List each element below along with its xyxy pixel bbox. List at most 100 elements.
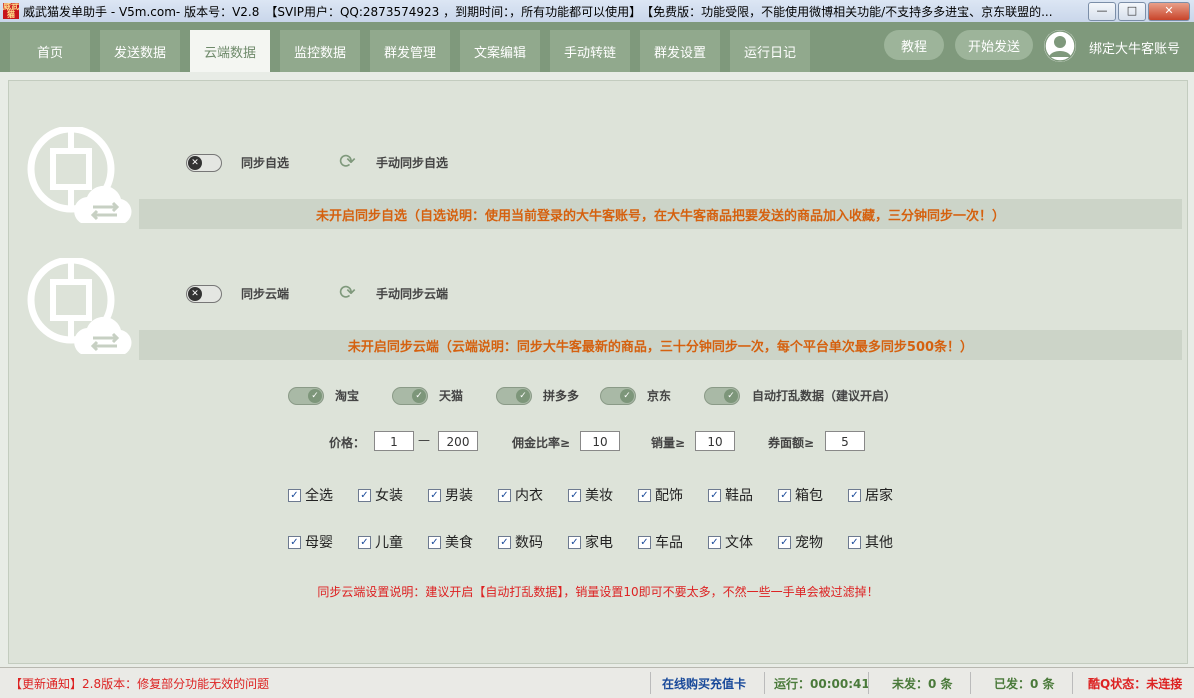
platform-taobao-toggle[interactable]: ✓ [288,387,324,405]
platform-tmall-toggle[interactable]: ✓ [392,387,428,405]
cloud-data-panel: ✕ 同步自选 ⟳ 手动同步自选 未开启同步自选（自选说明：使用当前登录的大牛客账… [8,80,1188,664]
checkbox-checked-icon: ✓ [498,535,511,549]
manual-sync-favorites-button[interactable]: 手动同步自选 [376,154,448,171]
category-checkbox-home[interactable]: ✓ 居家 [848,485,893,505]
running-time: 运行：00:00:41 [774,676,870,691]
minimize-button[interactable]: — [1088,2,1116,21]
price-max-input[interactable]: 200 [438,431,478,451]
kuq-status: 酷Q状态：未连接 [1088,676,1183,691]
checkbox-checked-icon: ✓ [778,488,791,502]
platform-jd-toggle[interactable]: ✓ [600,387,636,405]
tab-cloud-data[interactable]: 云端数据 [190,30,270,72]
window-controls: — □ ✕ [1088,2,1190,21]
sync-cloud-toggle[interactable]: ✕ [186,285,222,303]
sync-cloud-label: 同步云端 [241,287,290,301]
category-checkbox-kids[interactable]: ✓ 儿童 [358,532,403,552]
toggle-off-icon: ✕ [188,156,202,170]
checkbox-checked-icon: ✓ [638,535,651,549]
refresh-icon[interactable]: ⟳ [339,280,356,304]
category-checkbox-appliances[interactable]: ✓ 家电 [568,532,613,552]
unsent-count: 未发：0 条 [892,676,953,691]
refresh-icon[interactable]: ⟳ [339,149,356,173]
app-logo-icon: 威武猫 [3,3,19,19]
tab-run-log[interactable]: 运行日记 [730,30,810,72]
checkbox-checked-icon: ✓ [708,535,721,549]
status-divider [1072,672,1073,694]
category-checkbox-beauty[interactable]: ✓ 美妆 [568,485,613,505]
sync-favorites-toggle[interactable]: ✕ [186,154,222,172]
commission-input[interactable]: 10 [580,431,620,451]
checkbox-checked-icon: ✓ [288,488,301,502]
tutorial-button[interactable]: 教程 [884,30,944,60]
category-checkbox-womens[interactable]: ✓ 女装 [358,485,403,505]
checkbox-checked-icon: ✓ [638,488,651,502]
toggle-off-icon: ✕ [188,287,202,301]
category-checkbox-accessories[interactable]: ✓ 配饰 [638,485,683,505]
window-title: 威武猫发单助手 - V5m.com- 版本号：V2.8 【SVIP用户：QQ:2… [23,4,1053,19]
avatar-icon[interactable] [1044,30,1076,62]
check-icon: ✓ [724,389,738,403]
check-icon: ✓ [308,389,322,403]
commission-label: 佣金比率≥ [512,436,571,450]
tab-copy-edit[interactable]: 文案编辑 [460,30,540,72]
category-checkbox-shoes[interactable]: ✓ 鞋品 [708,485,753,505]
category-checkbox-bags[interactable]: ✓ 箱包 [778,485,823,505]
tab-send-data[interactable]: 发送数据 [100,30,180,72]
sync-favorites-label: 同步自选 [241,156,290,170]
check-icon: ✓ [412,389,426,403]
checkbox-checked-icon: ✓ [358,488,371,502]
update-notice: 【更新通知】2.8版本：修复部分功能无效的问题 [10,676,270,691]
checkbox-checked-icon: ✓ [358,535,371,549]
category-checkbox-sports[interactable]: ✓ 文体 [708,532,753,552]
title-bar: 威武猫 威武猫发单助手 - V5m.com- 版本号：V2.8 【SVIP用户：… [0,0,1194,23]
platform-jd-label: 京东 [647,389,672,403]
start-send-button[interactable]: 开始发送 [955,30,1033,60]
category-checkbox-maternity[interactable]: ✓ 母婴 [288,532,333,552]
checkbox-checked-icon: ✓ [498,488,511,502]
status-divider [650,672,651,694]
nav-bar: 首页 发送数据 云端数据 监控数据 群发管理 文案编辑 手动转链 群发设置 运行… [0,22,1194,72]
tab-group-settings[interactable]: 群发设置 [640,30,720,72]
check-icon: ✓ [620,389,634,403]
tab-manual-link[interactable]: 手动转链 [550,30,630,72]
status-divider [764,672,765,694]
sales-input[interactable]: 10 [695,431,735,451]
maximize-button[interactable]: □ [1118,2,1146,21]
checkbox-checked-icon: ✓ [778,535,791,549]
coupon-label: 券面额≥ [768,436,815,450]
shuffle-data-toggle[interactable]: ✓ [704,387,740,405]
checkbox-checked-icon: ✓ [848,488,861,502]
platform-pdd-label: 拼多多 [543,389,580,403]
category-checkbox-all[interactable]: ✓ 全选 [288,485,333,505]
category-checkbox-other[interactable]: ✓ 其他 [848,532,893,552]
coupon-input[interactable]: 5 [825,431,865,451]
close-button[interactable]: ✕ [1148,2,1190,21]
checkbox-checked-icon: ✓ [848,535,861,549]
category-checkbox-underwear[interactable]: ✓ 内衣 [498,485,543,505]
price-dash: — [418,433,430,447]
sync-favorites-notice: 未开启同步自选（自选说明：使用当前登录的大牛客账号，在大牛客商品把要发送的商品加… [139,199,1182,229]
platform-pdd-toggle[interactable]: ✓ [496,387,532,405]
tab-group-manage[interactable]: 群发管理 [370,30,450,72]
cloud-sync-logo-icon [27,127,132,223]
category-checkbox-digital[interactable]: ✓ 数码 [498,532,543,552]
platform-taobao-label: 淘宝 [335,389,360,403]
buy-card-link[interactable]: 在线购买充值卡 [662,668,746,698]
tab-monitor-data[interactable]: 监控数据 [280,30,360,72]
manual-sync-cloud-button[interactable]: 手动同步云端 [376,285,448,302]
price-min-input[interactable]: 1 [374,431,414,451]
platform-tmall-label: 天猫 [439,389,464,403]
bind-account-link[interactable]: 绑定大牛客账号 [1089,38,1180,57]
checkbox-checked-icon: ✓ [708,488,721,502]
tab-home[interactable]: 首页 [10,30,90,72]
category-checkbox-pets[interactable]: ✓ 宠物 [778,532,823,552]
category-checkbox-food[interactable]: ✓ 美食 [428,532,473,552]
checkbox-checked-icon: ✓ [428,488,441,502]
status-divider [868,672,869,694]
check-icon: ✓ [516,389,530,403]
category-checkbox-car[interactable]: ✓ 车品 [638,532,683,552]
category-checkbox-mens[interactable]: ✓ 男装 [428,485,473,505]
price-label: 价格： [329,436,366,450]
sync-settings-footnote: 同步云端设置说明：建议开启【自动打乱数据】，销量设置10即可不要太多，不然一些一… [317,585,879,599]
sync-cloud-notice: 未开启同步云端（云端说明：同步大牛客最新的商品，三十分钟同步一次，每个平台单次最… [139,330,1182,360]
